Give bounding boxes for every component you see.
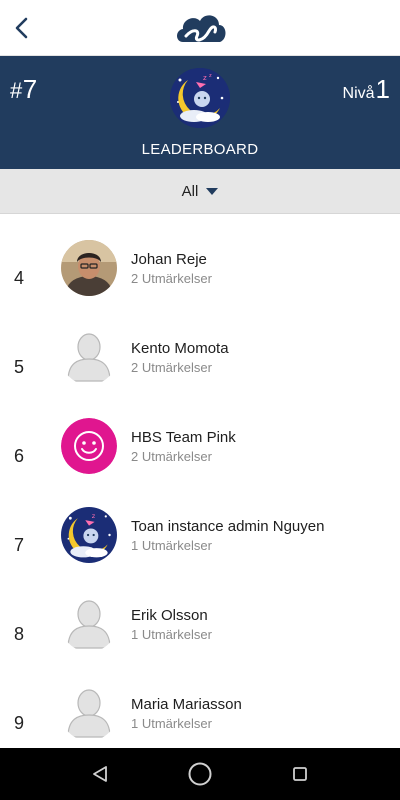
user-rank: #7: [10, 74, 38, 105]
svg-text:z: z: [92, 512, 96, 520]
row-rank: 8: [14, 624, 25, 644]
row-name: Toan instance admin Nguyen: [131, 518, 325, 535]
nav-home-button[interactable]: [174, 748, 226, 800]
leaderboard-row[interactable]: 4 Johan Reje 2 Utmärkelser: [0, 240, 400, 328]
caret-down-icon: [206, 187, 219, 195]
row-name: HBS Team Pink: [131, 429, 236, 446]
back-button[interactable]: [6, 12, 38, 44]
row-awards: 1 Utmärkelser: [131, 538, 212, 553]
triangle-back-icon: [93, 766, 107, 782]
leaderboard-row[interactable]: 5 Kento Momota 2 Utmärkelser: [0, 329, 400, 417]
filter-dropdown[interactable]: All: [0, 169, 400, 214]
circle-home-icon: [188, 762, 212, 786]
row-awards: 1 Utmärkelser: [131, 716, 212, 731]
row-name: Johan Reje: [131, 251, 207, 268]
svg-text:z: z: [203, 74, 207, 82]
cloud-logo-icon[interactable]: [173, 6, 229, 50]
row-awards: 1 Utmärkelser: [131, 627, 212, 642]
leaderboard-row[interactable]: 7 z Toan instance admin Nguyen 1 Utmärke…: [0, 507, 400, 595]
avatar: [61, 329, 117, 385]
default-person-avatar-icon: [61, 329, 117, 385]
row-rank: 7: [14, 535, 25, 555]
avatar: [61, 685, 117, 741]
default-person-avatar-icon: [61, 596, 117, 652]
avatar: z: [61, 507, 117, 563]
avatar: [61, 418, 117, 474]
photo-avatar-icon: [61, 240, 117, 296]
leaderboard-row[interactable]: 8 Erik Olsson 1 Utmärkelser: [0, 596, 400, 684]
moon-baby-avatar-icon: z: [61, 507, 117, 563]
user-level: Nivå 1: [343, 74, 390, 105]
smiley-avatar-icon: [61, 418, 117, 474]
square-recents-icon: [293, 767, 307, 781]
row-name: Maria Mariasson: [131, 696, 242, 713]
nav-back-button[interactable]: [74, 748, 126, 800]
row-rank: 4: [14, 268, 25, 288]
chevron-left-icon: [15, 17, 28, 39]
leaderboard-list[interactable]: 4 Johan Reje 2 Utmärkelser 5 Kento Momot…: [0, 214, 400, 748]
top-app-bar: [0, 0, 400, 56]
row-rank: 5: [14, 357, 25, 377]
level-label: Nivå: [342, 85, 375, 102]
avatar: [61, 596, 117, 652]
filter-selected-label: All: [181, 182, 199, 200]
row-rank: 6: [14, 446, 25, 466]
level-value: 1: [375, 74, 390, 104]
page-title: LEADERBOARD: [141, 141, 259, 158]
nav-recents-button[interactable]: [274, 748, 326, 800]
row-awards: 2 Utmärkelser: [131, 271, 212, 286]
svg-text:z: z: [209, 73, 212, 79]
system-nav-bar: [0, 748, 400, 800]
moon-baby-avatar-icon: z z: [170, 68, 230, 128]
row-awards: 2 Utmärkelser: [131, 449, 212, 464]
default-person-avatar-icon: [61, 685, 117, 741]
leaderboard-row[interactable]: 6 HBS Team Pink 2 Utmärkelser: [0, 418, 400, 506]
row-name: Erik Olsson: [131, 607, 208, 624]
row-name: Kento Momota: [131, 340, 229, 357]
profile-header: #7 z z Nivå 1 LEADERBOARD: [0, 56, 400, 169]
row-rank: 9: [14, 713, 25, 733]
rank-value: 7: [22, 74, 38, 104]
user-avatar[interactable]: z z: [170, 68, 230, 128]
avatar: [61, 240, 117, 296]
leaderboard-row[interactable]: 9 Maria Mariasson 1 Utmärkelser: [0, 685, 400, 748]
rank-hash: #: [10, 78, 23, 103]
row-awards: 2 Utmärkelser: [131, 360, 212, 375]
